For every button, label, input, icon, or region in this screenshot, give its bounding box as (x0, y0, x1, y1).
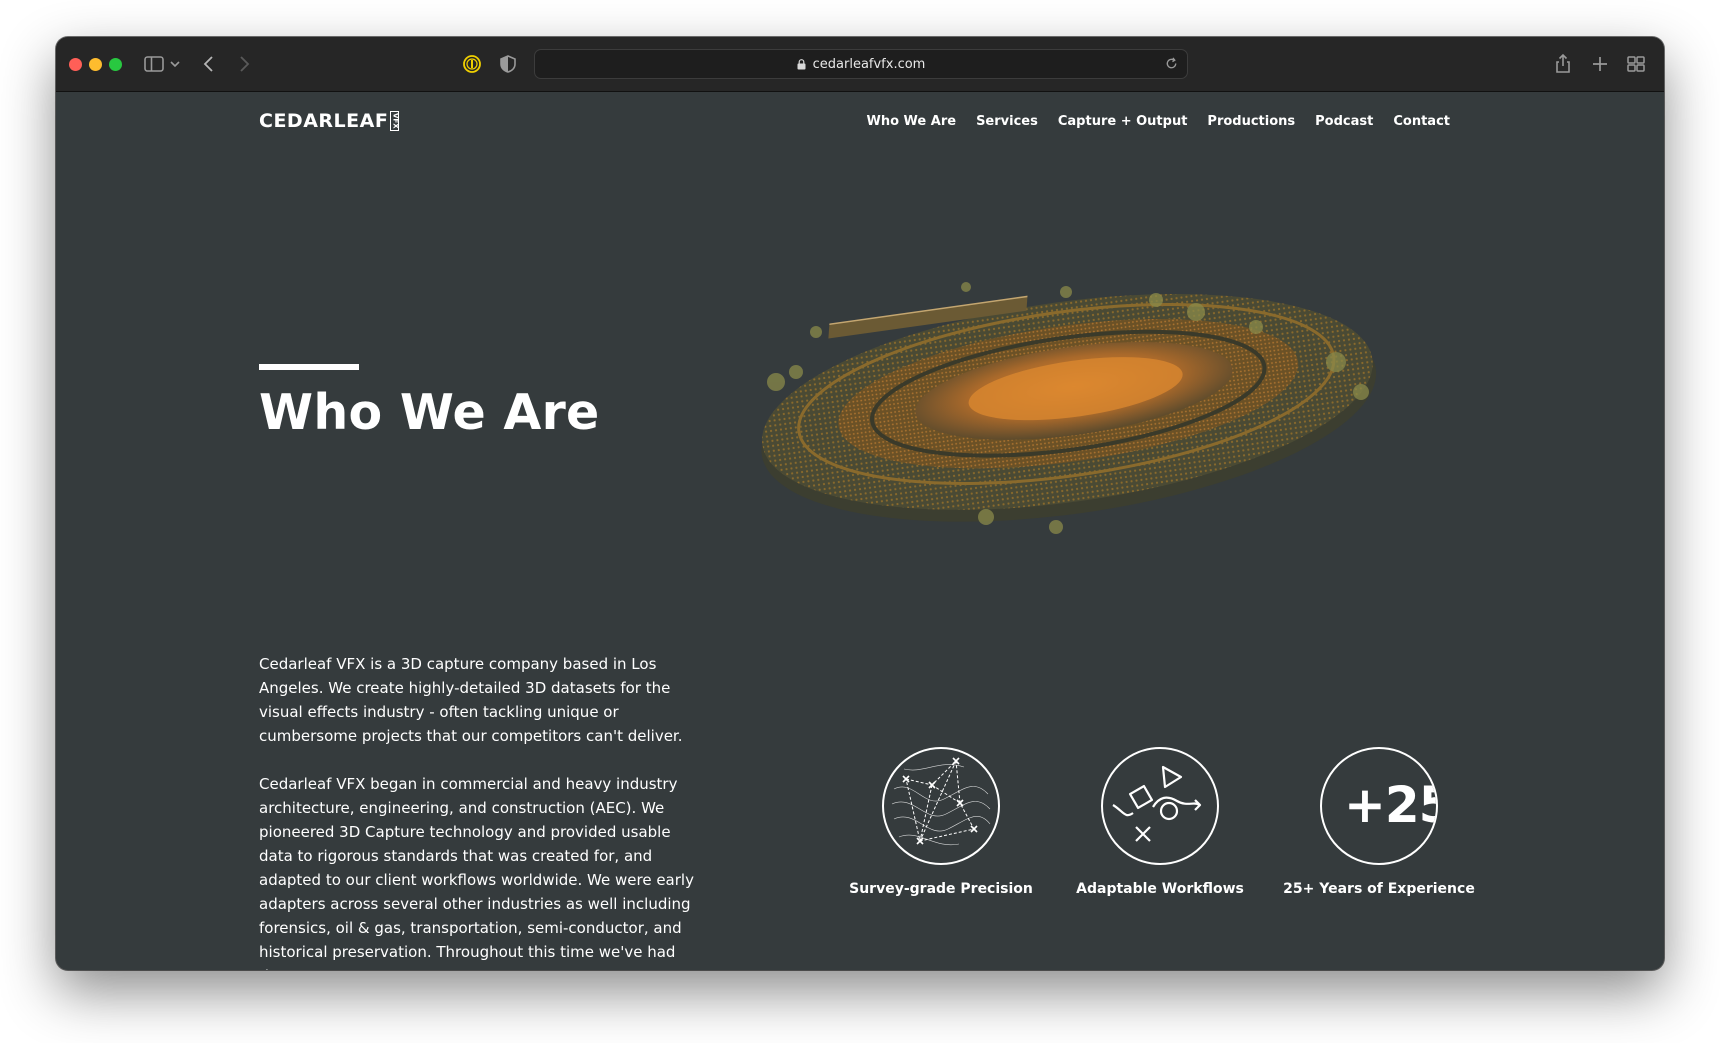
plus-25-icon: +25 (1320, 747, 1438, 865)
share-icon[interactable] (1551, 52, 1575, 76)
nav-link-contact[interactable]: Contact (1393, 114, 1450, 129)
zoom-window-button[interactable] (109, 58, 122, 71)
logo-wordmark: CEDARLEAF (259, 110, 389, 132)
nav-link-podcast[interactable]: Podcast (1315, 114, 1373, 129)
page-title: Who We Are (259, 384, 600, 441)
privacy-shield-icon[interactable] (496, 52, 520, 76)
feature-25-years-experience: +25 25+ Years of Experience (1269, 747, 1489, 897)
workflow-shapes-icon (1101, 747, 1219, 865)
url-text: cedarleafvfx.com (812, 56, 926, 72)
about-paragraph-1: Cedarleaf VFX is a 3D capture company ba… (259, 655, 683, 745)
nav-link-productions[interactable]: Productions (1207, 114, 1295, 129)
nav-link-who-we-are[interactable]: Who We Are (867, 114, 957, 129)
minimize-window-button[interactable] (89, 58, 102, 71)
feature-label: Adaptable Workflows (1076, 881, 1244, 897)
website-content: CEDARLEAF VFX Who We Are Services Capture… (56, 92, 1664, 970)
chevron-down-icon[interactable] (168, 52, 182, 76)
back-icon[interactable] (198, 52, 222, 76)
survey-map-icon (882, 747, 1000, 865)
lock-icon (797, 58, 806, 69)
password-manager-icon[interactable] (460, 52, 484, 76)
plus-25-text: +25 (1344, 776, 1436, 834)
stadium-point-cloud-image (761, 282, 1377, 534)
main-nav: Who We Are Services Capture + Output Pro… (867, 114, 1451, 129)
feature-adaptable-workflows: Adaptable Workflows (1050, 747, 1270, 897)
tab-overview-icon[interactable] (1624, 52, 1648, 76)
browser-toolbar: cedarleafvfx.com (56, 37, 1664, 92)
nav-link-services[interactable]: Services (976, 114, 1038, 129)
new-tab-icon[interactable] (1588, 52, 1612, 76)
feature-survey-grade-precision: Survey-grade Precision (831, 747, 1051, 897)
nav-link-capture-output[interactable]: Capture + Output (1058, 114, 1188, 129)
browser-window: cedarleafvfx.com CEDARLEAF VFX Who We Are… (56, 37, 1664, 970)
sidebar-icon[interactable] (142, 52, 166, 76)
forward-icon[interactable] (232, 52, 256, 76)
about-paragraph-2: Cedarleaf VFX began in commercial and he… (259, 775, 694, 970)
logo-vfx-tag: VFX (390, 111, 400, 131)
feature-label: 25+ Years of Experience (1283, 881, 1475, 897)
hero-accent-bar (259, 364, 359, 370)
about-text: Cedarleaf VFX is a 3D capture company ba… (259, 652, 704, 970)
address-bar[interactable]: cedarleafvfx.com (534, 49, 1188, 79)
close-window-button[interactable] (69, 58, 82, 71)
reload-icon[interactable] (1164, 56, 1179, 71)
site-logo[interactable]: CEDARLEAF VFX (259, 108, 400, 134)
feature-label: Survey-grade Precision (849, 881, 1033, 897)
